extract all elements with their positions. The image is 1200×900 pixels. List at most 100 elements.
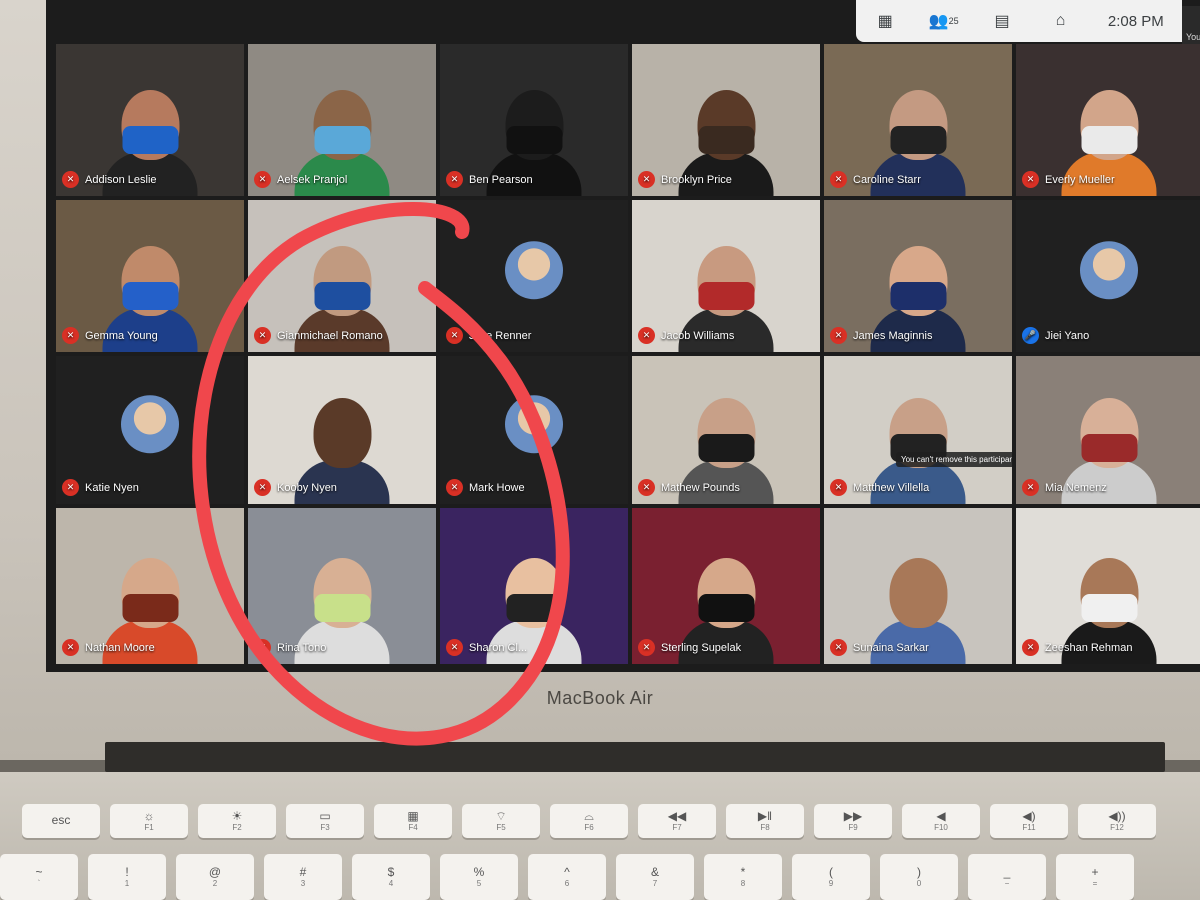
participant-tile[interactable]: ✕ Nathan Moore [56, 508, 244, 664]
participant-tile[interactable]: ✕ Mathew Pounds [632, 356, 820, 504]
people-icon[interactable]: 👥 25 [929, 10, 959, 32]
participant-tile[interactable]: ✕ Everly Mueller [1016, 44, 1200, 196]
mic-muted-icon: ✕ [446, 479, 463, 496]
participant-nameplate: ✕ Nathan Moore [62, 639, 155, 656]
mic-muted-icon: ✕ [638, 639, 655, 656]
participant-name: Gianmichael Romano [277, 329, 383, 342]
participant-tile[interactable]: ✕ Katie Nyen [56, 356, 244, 504]
participant-tile[interactable]: ✕ Jacob Williams [632, 200, 820, 352]
number-key[interactable]: ! 1 [88, 854, 166, 900]
fn-key[interactable]: ◀◀ F7 [638, 804, 716, 838]
mic-muted-icon: ✕ [254, 479, 271, 496]
face-mask [122, 282, 178, 310]
participant-tile[interactable]: ✕ Zeeshan Rehman [1016, 508, 1200, 664]
participant-nameplate: ✕ Jace Renner [446, 327, 531, 344]
participant-tile[interactable]: ✕ Gemma Young [56, 200, 244, 352]
participant-name: Zeeshan Rehman [1045, 641, 1133, 654]
number-key[interactable]: ^ 6 [528, 854, 606, 900]
number-key[interactable]: (9 [792, 854, 870, 900]
participant-tile[interactable]: ✕ Caroline Starr [824, 44, 1012, 196]
fn-key[interactable]: ◀)) F12 [1078, 804, 1156, 838]
participant-name: Rina Tono [277, 641, 327, 654]
mic-muted-icon: ✕ [446, 171, 463, 188]
face-mask [698, 594, 754, 622]
number-key[interactable]: _ − [968, 854, 1046, 900]
participant-tile[interactable]: ✕ Sharon Cl... [440, 508, 628, 664]
meet-topbar: ▦ 👥 25 ▤ ⌂ 2:08 PM [856, 0, 1182, 42]
mic-muted-icon: ✕ [638, 171, 655, 188]
number-key[interactable]: #3 [264, 854, 342, 900]
face-mask [890, 126, 946, 154]
number-key[interactable]: & 7 [616, 854, 694, 900]
mic-muted-icon: ✕ [62, 639, 79, 656]
fn-key[interactable]: ⌓ F6 [550, 804, 628, 838]
number-key[interactable]: % 5 [440, 854, 518, 900]
participant-tile[interactable]: ✕ Sunaina Sarkar [824, 508, 1012, 664]
number-key[interactable]: ) 0 [880, 854, 958, 900]
face-mask [1081, 594, 1137, 622]
participant-tile[interactable]: ✕ Mia Nemenz [1016, 356, 1200, 504]
participant-name: Sharon Cl... [469, 641, 528, 654]
mic-muted-icon: ✕ [830, 171, 847, 188]
fn-key[interactable]: esc [22, 804, 100, 838]
participant-nameplate: ✕ James Maginnis [830, 327, 932, 344]
number-key[interactable]: $4 [352, 854, 430, 900]
face-mask [698, 434, 754, 462]
number-key[interactable]: * 8 [704, 854, 782, 900]
face-mask [314, 282, 370, 310]
face-mask [890, 282, 946, 310]
participant-nameplate: ✕ Ben Pearson [446, 171, 533, 188]
number-key[interactable]: + = [1056, 854, 1134, 900]
participant-nameplate: ✕ Matthew Villella [830, 479, 929, 496]
participant-tile[interactable]: ✕ Aelsek Pranjol [248, 44, 436, 196]
participant-grid: ✕ Addison Leslie ✕ Aelsek Pranjol ✕ Ben Pears… [56, 44, 1200, 664]
participant-nameplate: ✕ Mark Howe [446, 479, 525, 496]
fn-key[interactable]: ◀) F11 [990, 804, 1068, 838]
fn-key[interactable]: ▶‖ F8 [726, 804, 804, 838]
participant-tile[interactable]: ✕ Jace Renner [440, 200, 628, 352]
mic-muted-icon: ✕ [254, 327, 271, 344]
participant-nameplate: ✕ Rina Tono [254, 639, 326, 656]
participant-tile[interactable]: ✕ Brooklyn Price [632, 44, 820, 196]
participant-tile[interactable]: ✕ Kooby Nyen [248, 356, 436, 504]
participant-name: Sunaina Sarkar [853, 641, 929, 654]
participant-tile[interactable]: 🎤 Jiei Yano [1016, 200, 1200, 352]
mic-muted-icon: ✕ [446, 639, 463, 656]
person-head [313, 398, 371, 468]
participant-tile[interactable]: You can't remove this participant ✕ Matthe… [824, 356, 1012, 504]
participant-tile[interactable]: ✕ Ben Pearson [440, 44, 628, 196]
profile-avatar [121, 395, 179, 454]
self-view-tile[interactable]: You [1182, 6, 1200, 44]
fn-key[interactable]: ☼ F1 [110, 804, 188, 838]
participant-tile[interactable]: ✕ Mark Howe [440, 356, 628, 504]
mic-muted-icon: ✕ [62, 171, 79, 188]
face-mask [314, 594, 370, 622]
activities-icon[interactable]: ⌂ [1049, 10, 1071, 32]
participant-name: Jacob Williams [661, 329, 735, 342]
chat-icon[interactable]: ▤ [991, 10, 1013, 32]
participant-nameplate: ✕ Gianmichael Romano [254, 327, 383, 344]
person-head [889, 558, 947, 628]
participant-count: 25 [948, 16, 959, 26]
participant-nameplate: ✕ Jacob Williams [638, 327, 734, 344]
participant-tile[interactable]: ✕ Gianmichael Romano [248, 200, 436, 352]
participant-tile[interactable]: ✕ James Maginnis [824, 200, 1012, 352]
fn-key[interactable]: ◀ F10 [902, 804, 980, 838]
fn-key[interactable]: ☀ F2 [198, 804, 276, 838]
number-key[interactable]: @2 [176, 854, 254, 900]
number-key[interactable]: ~ ` [0, 854, 78, 900]
profile-avatar [1080, 241, 1138, 300]
clock-time: 2:08 PM [1107, 12, 1164, 30]
mic-muted-icon: ✕ [1022, 479, 1039, 496]
mic-muted-icon: ✕ [830, 479, 847, 496]
participant-tile[interactable]: ✕ Rina Tono [248, 508, 436, 664]
face-mask [698, 282, 754, 310]
fn-key[interactable]: ▭ F3 [286, 804, 364, 838]
participant-tile[interactable]: ✕ Sterling Supelak [632, 508, 820, 664]
fn-key[interactable]: ▦ F4 [374, 804, 452, 838]
fn-key[interactable]: ⌔ F5 [462, 804, 540, 838]
participant-tile[interactable]: ✕ Addison Leslie [56, 44, 244, 196]
participant-nameplate: 🎤 Jiei Yano [1022, 327, 1089, 344]
grid-layout-icon[interactable]: ▦ [874, 10, 896, 32]
fn-key[interactable]: ▶▶ F9 [814, 804, 892, 838]
